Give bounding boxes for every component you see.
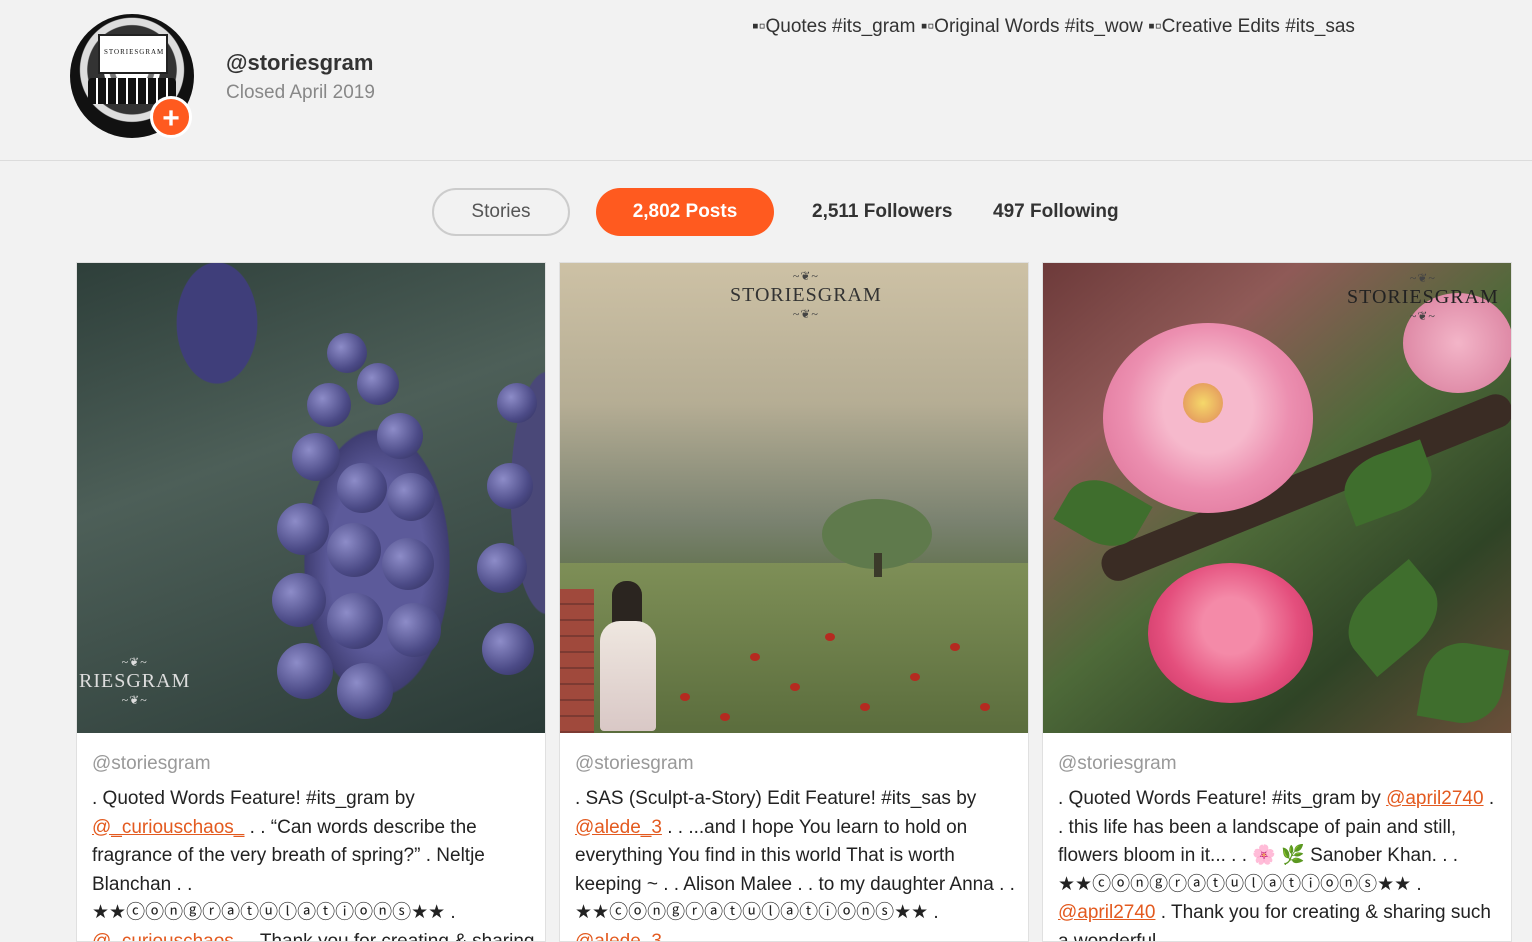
mention-link[interactable]: @alede_3 — [575, 817, 662, 838]
tab-stories[interactable]: Stories — [432, 188, 570, 236]
watermark: ~❦~STORIESGRAM~❦~ — [1347, 271, 1499, 324]
grape-shape — [292, 433, 340, 481]
caption-text: . Thank you for creating & sharing — [244, 931, 534, 942]
post-image[interactable]: ~❦~RIESGRAM~❦~ — [77, 263, 546, 733]
mention-link[interactable]: @april2740 — [1386, 788, 1483, 809]
tab-posts[interactable]: 2,802 Posts — [596, 188, 774, 236]
profile-bio: ▪▫Quotes #its_gram ▪▫Original Words #its… — [752, 16, 1355, 38]
poppy-shape — [750, 653, 760, 661]
profile-header: STORIESGRAM + @storiesgram Closed April … — [0, 0, 1532, 161]
post-username[interactable]: @storiesgram — [575, 753, 694, 775]
poppy-shape — [910, 673, 920, 681]
flower-center-shape — [1183, 383, 1223, 423]
grape-shape — [337, 663, 393, 719]
poppy-shape — [980, 703, 990, 711]
grape-shape — [382, 538, 434, 590]
post-username[interactable]: @storiesgram — [92, 753, 211, 775]
mention-link[interactable]: @alede_3 — [575, 931, 662, 942]
brick-wall-shape — [560, 589, 594, 733]
poppy-shape — [720, 713, 730, 721]
post-card[interactable]: ~❦~RIESGRAM~❦~ @storiesgram . Quoted Wor… — [76, 262, 546, 942]
grape-shape — [387, 473, 435, 521]
mention-link[interactable]: @april2740 — [1058, 902, 1155, 923]
plus-icon[interactable]: + — [150, 96, 192, 138]
mention-link[interactable]: @_curiouschaos_ — [92, 817, 244, 838]
poppy-shape — [825, 633, 835, 641]
grape-shape — [387, 603, 441, 657]
watermark: ~❦~RIESGRAM~❦~ — [79, 655, 190, 708]
post-card[interactable]: ~❦~STORIESGRAM~❦~ @storiesgram . SAS (Sc… — [559, 262, 1029, 942]
post-image[interactable]: ~❦~STORIESGRAM~❦~ — [1043, 263, 1512, 733]
grape-shape — [337, 463, 387, 513]
caption-text: . — [662, 931, 673, 942]
grape-shape — [272, 573, 326, 627]
tab-following[interactable]: 497 Following — [993, 188, 1119, 236]
post-caption: . Quoted Words Feature! #its_gram by @ap… — [1058, 785, 1503, 942]
avatar-text: STORIESGRAM — [104, 48, 164, 56]
caption-text: . Quoted Words Feature! #its_gram by — [1058, 788, 1386, 809]
poppy-shape — [860, 703, 870, 711]
post-caption: . Quoted Words Feature! #its_gram by @_c… — [92, 785, 537, 942]
post-card[interactable]: ~❦~STORIESGRAM~❦~ @storiesgram . Quoted … — [1042, 262, 1512, 942]
profile-tabs: Stories 2,802 Posts 2,511 Followers 497 … — [0, 188, 1532, 238]
grape-shape — [487, 463, 533, 509]
dress-shape — [600, 621, 656, 731]
profile-status: Closed April 2019 — [226, 82, 375, 104]
grape-shape — [497, 383, 537, 423]
profile-handle: @storiesgram — [226, 50, 373, 76]
typewriter-image: STORIESGRAM — [98, 34, 168, 74]
poppy-shape — [680, 693, 690, 701]
mention-link[interactable]: @_curiouschaos_ — [92, 931, 244, 942]
grape-shape — [307, 383, 351, 427]
grape-shape — [357, 363, 399, 405]
post-image[interactable]: ~❦~STORIESGRAM~❦~ — [560, 263, 1029, 733]
tab-followers[interactable]: 2,511 Followers — [812, 188, 952, 236]
caption-text: . Quoted Words Feature! #its_gram by — [92, 788, 415, 809]
grape-shape — [327, 523, 381, 577]
leaf-shape — [1417, 637, 1510, 730]
post-username[interactable]: @storiesgram — [1058, 753, 1177, 775]
grape-shape — [477, 543, 527, 593]
tree-trunk-shape — [874, 553, 882, 577]
watermark: ~❦~STORIESGRAM~❦~ — [730, 269, 882, 322]
grape-shape — [377, 413, 423, 459]
caption-text: . SAS (Sculpt-a-Story) Edit Feature! #it… — [575, 788, 976, 809]
girl-figure — [600, 581, 656, 731]
post-caption: . SAS (Sculpt-a-Story) Edit Feature! #it… — [575, 785, 1020, 942]
grape-shape — [277, 643, 333, 699]
poppy-shape — [790, 683, 800, 691]
poppy-shape — [950, 643, 960, 651]
grape-shape — [327, 593, 383, 649]
grape-shape — [482, 623, 534, 675]
rose-shape — [1148, 563, 1313, 703]
grape-shape — [327, 333, 367, 373]
grape-shape — [277, 503, 329, 555]
